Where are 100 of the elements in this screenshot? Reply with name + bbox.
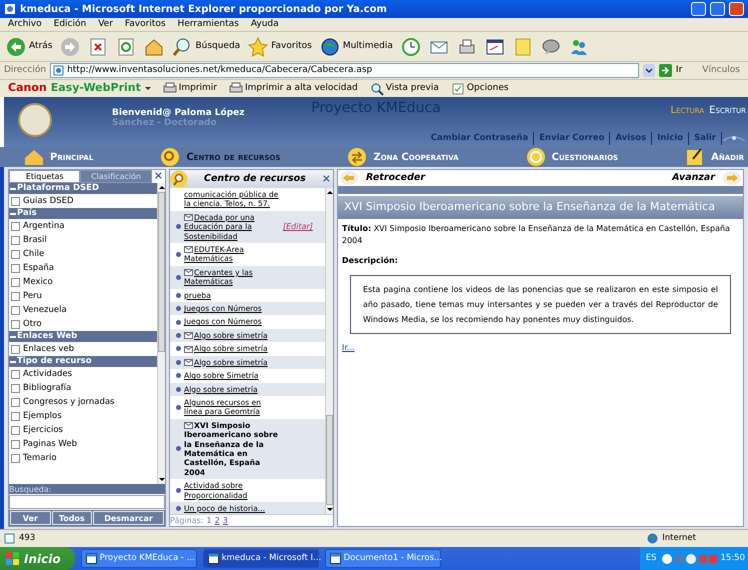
close-button[interactable]: × [322,170,333,188]
star-button[interactable]: Favoritos [248,36,312,56]
checkbox[interactable] [11,454,20,462]
clock-icon[interactable] [400,36,421,56]
group-header[interactable]: Enlaces Web [9,331,157,342]
menu-item[interactable]: Ayuda [250,18,279,32]
checkbox-item[interactable]: Paginas Web [9,437,157,451]
search-button[interactable]: Búsqueda [172,36,240,56]
checkbox[interactable] [11,236,20,244]
tray-icons[interactable] [660,552,716,564]
scroll-down-icon[interactable] [158,475,166,484]
checkbox[interactable] [11,196,20,206]
start-button[interactable]: Inicio [0,547,75,570]
search-field[interactable] [9,495,165,509]
page-link[interactable]: 3 [222,516,228,525]
checkbox-item[interactable]: Actividades [9,367,157,381]
checkbox-item[interactable]: Peru [9,289,157,303]
page-link[interactable]: 2 [214,516,220,525]
checkbox-item[interactable]: España [9,261,157,275]
checkbox[interactable] [11,344,20,354]
checkbox-item[interactable]: Otro [9,317,157,331]
forward-icon[interactable] [60,36,80,56]
checkbox[interactable] [11,384,20,392]
panel-button[interactable]: Desmarcar [93,511,164,525]
checkbox-item[interactable]: Enlaces veb [9,342,157,356]
checkbox-item[interactable]: Ejercicios [9,423,157,437]
checkbox[interactable] [11,412,20,420]
scrollbar[interactable] [325,188,333,514]
print-bar-button[interactable]: Vista previa [370,82,439,96]
taskbar-button[interactable]: Documento1 - Micros... [324,549,441,568]
back-link[interactable]: Retroceder [340,170,426,186]
print-bar-button[interactable]: Imprimir a alta velocidad [229,82,358,96]
checkbox-item[interactable]: Ejemplos [9,409,157,423]
minimize-button[interactable] [691,2,706,16]
checkbox[interactable] [11,440,20,448]
taskbar-button[interactable]: kmeduca - Microsoft I... [202,549,319,568]
checkbox-label: Otro [23,318,42,330]
checkbox-item[interactable]: Argentina [9,219,157,233]
maximize-button[interactable] [710,2,725,16]
go-link[interactable]: Ir... [338,340,359,356]
print-bar-button[interactable]: Opciones [450,82,509,96]
scroll-thumb[interactable] [326,415,333,505]
stop-icon[interactable] [88,36,108,56]
nav-tab[interactable]: Centro de recursos [160,147,280,167]
panel-tab[interactable]: Etiquetas [9,170,80,183]
back-button[interactable]: Atrás [6,36,52,56]
house-icon[interactable] [144,36,164,56]
close-button[interactable] [729,2,744,16]
forward-link[interactable]: Avanzar [672,170,741,186]
print-bar-button[interactable]: Imprimir [162,82,218,96]
scroll-up-icon[interactable] [326,188,334,197]
checkbox[interactable] [11,370,20,378]
address-field[interactable]: http://www.inventasoluciones.net/kmeduca/Cabecera/Cabecera.asp [50,63,639,78]
mode-link[interactable]: Lectura [670,103,704,118]
scroll-thumb[interactable] [158,192,165,352]
close-button[interactable]: × [152,170,165,183]
menu-item[interactable]: Ver [98,18,113,32]
panel-button[interactable]: Ver [10,511,50,525]
window-edit-icon[interactable] [484,36,505,56]
panel-button[interactable]: Todos [52,511,92,525]
taskbar-button[interactable]: Proyecto KMEduca - ... [80,549,197,568]
nav-tab[interactable]: Cuestionarios [526,147,618,167]
dropdown-icon[interactable] [642,64,655,77]
menu-item[interactable]: Archivo [8,18,42,32]
group-header[interactable]: País [9,208,157,219]
checkbox[interactable] [11,264,20,272]
checkbox-item[interactable]: Chile [9,247,157,261]
checkbox-item[interactable]: Bibliografía [9,381,157,395]
checkbox[interactable] [11,250,20,258]
nav-tab[interactable]: Zona Cooperativa [347,147,459,167]
checkbox[interactable] [11,320,20,328]
nav-tab[interactable]: Añadir [685,147,744,167]
scrollbar[interactable] [157,183,165,484]
mode-link[interactable]: Escritur [709,103,746,118]
checkbox[interactable] [11,398,20,406]
checkbox[interactable] [11,278,20,286]
links-button[interactable]: Vínculos [702,64,740,78]
page-link[interactable]: 1 [206,516,212,525]
menu-item[interactable]: Edición [54,18,86,32]
go-button[interactable]: Ir [658,64,682,78]
menu-item[interactable]: Favoritos [124,18,166,32]
checkbox-item[interactable]: Congresos y jornadas [9,395,157,409]
checkbox[interactable] [11,222,20,230]
checkbox-item[interactable]: Venezuela [9,303,157,317]
checkbox-item[interactable]: Mexico [9,275,157,289]
edit-link[interactable]: [Editar] [283,222,313,232]
group-header[interactable]: Plataforma DSED [9,183,157,194]
globe-button[interactable]: Multimedia [320,36,393,56]
nav-tab[interactable]: Principal [24,147,94,167]
menu-item[interactable]: Herramientas [178,18,239,32]
checkbox[interactable] [11,292,20,300]
speech-bubble-icon[interactable] [540,36,561,56]
checkbox-item[interactable]: Guias DSED [9,194,157,208]
checkbox-item[interactable]: Brasil [9,233,157,247]
note-icon[interactable] [512,36,533,56]
group-header[interactable]: Tipo de recurso [9,356,157,367]
checkbox[interactable] [11,426,20,434]
checkbox[interactable] [11,306,20,314]
printer-icon[interactable] [456,36,477,56]
checkbox-item[interactable]: Temario [9,451,157,465]
